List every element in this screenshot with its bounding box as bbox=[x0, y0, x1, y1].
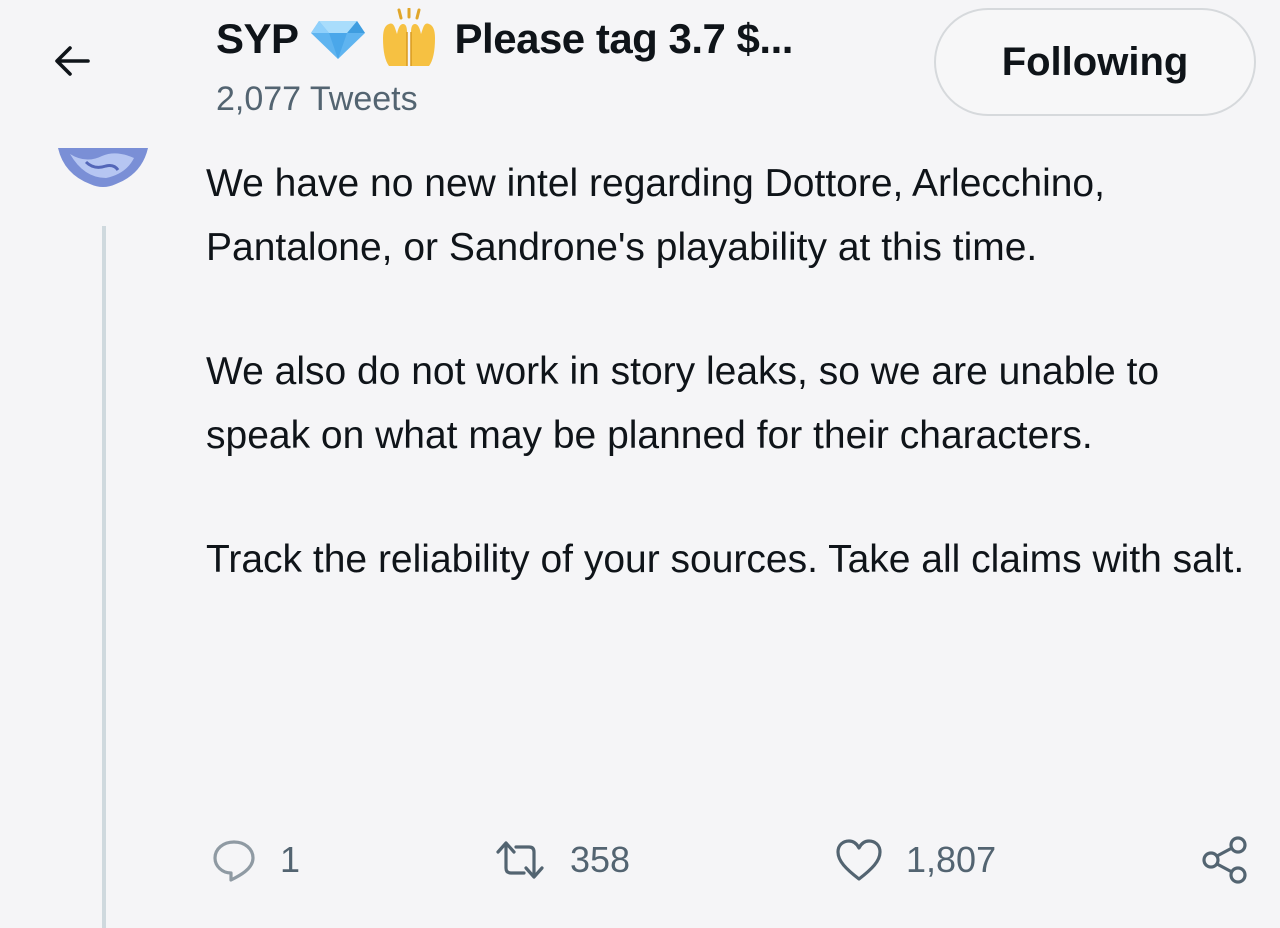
retweet-button[interactable]: 358 bbox=[492, 832, 630, 888]
following-button[interactable]: Following bbox=[934, 8, 1256, 116]
heart-icon bbox=[834, 837, 884, 883]
display-name-suffix: Please tag 3.7 $... bbox=[454, 15, 794, 62]
raising-hands-icon bbox=[377, 8, 441, 70]
retweet-count: 358 bbox=[570, 839, 631, 880]
avatar[interactable] bbox=[56, 144, 150, 192]
speech-bubble-icon bbox=[210, 836, 258, 884]
gem-icon bbox=[309, 17, 367, 61]
retweet-icon bbox=[492, 836, 548, 884]
tweet-count: 2,077 Tweets bbox=[216, 80, 418, 118]
tweet-paragraph: We also do not work in story leaks, so w… bbox=[206, 350, 1160, 457]
thread-line bbox=[102, 226, 106, 928]
share-icon bbox=[1198, 833, 1252, 887]
tweet-actions: 1 358 1,807 bbox=[0, 832, 1280, 888]
like-button[interactable]: 1,807 bbox=[834, 832, 996, 888]
tweet-text: We have no new intel regarding Dottore, … bbox=[206, 152, 1256, 652]
tweet-paragraph: Track the reliability of your sources. T… bbox=[206, 538, 1245, 581]
tweet-paragraph: We have no new intel regarding Dottore, … bbox=[206, 162, 1105, 269]
display-name: SYP bbox=[216, 15, 299, 62]
reply-count: 1 bbox=[280, 839, 301, 880]
like-count: 1,807 bbox=[906, 839, 997, 880]
account-title: SYP Please tag 3.7 $... bbox=[216, 6, 793, 72]
profile-header: SYP Please tag 3.7 $... 2,077 Tweets Fol bbox=[0, 0, 1280, 140]
back-button[interactable] bbox=[44, 38, 100, 88]
share-button[interactable] bbox=[1198, 832, 1252, 888]
reply-button[interactable]: 1 bbox=[210, 832, 300, 888]
arrow-left-icon bbox=[48, 37, 96, 90]
